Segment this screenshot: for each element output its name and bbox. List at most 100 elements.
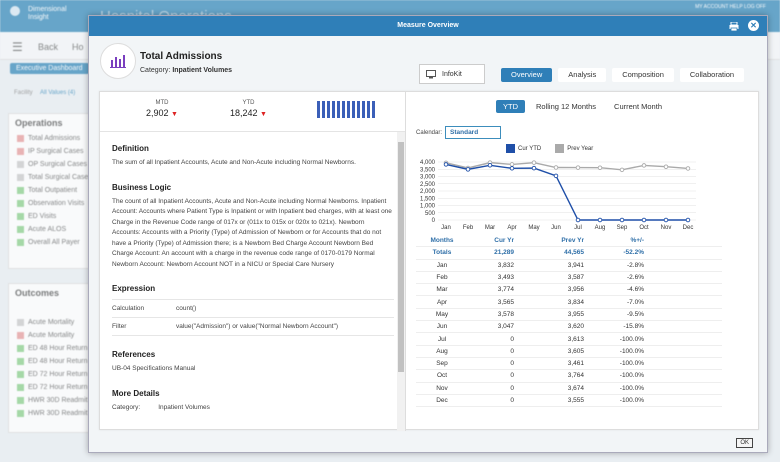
y-tick-label: 2,000 [420, 189, 436, 195]
data-point [619, 167, 625, 173]
back-link[interactable]: Back [38, 42, 58, 52]
monthly-data-table: Months Cur Yr Prev Yr %+/- Totals 21,289 44,56… [416, 235, 722, 408]
outcomes-item[interactable]: HWR 30D Readmit [9, 407, 91, 420]
item-label: ED 48 Hour Return [28, 358, 88, 365]
filter-label: Filter [112, 323, 127, 330]
range-tab-current-month[interactable]: Current Month [607, 100, 669, 113]
outcomes-item[interactable]: ED 48 Hour Return [9, 342, 91, 355]
item-label: Total Admissions [28, 135, 81, 142]
y-tick-label: 0 [432, 218, 436, 224]
tab-analysis[interactable]: Analysis [558, 68, 607, 82]
table-row: Dec 0 3,555 -100.0% [416, 395, 722, 408]
modal-title: Measure Overview [397, 22, 459, 29]
operations-item[interactable]: Total Outpatient [9, 184, 91, 197]
y-tick-label: 3,000 [420, 175, 436, 181]
item-label: Total Surgical Cases [28, 174, 91, 181]
outcomes-item[interactable]: Acute Mortality [9, 316, 91, 329]
outcomes-item[interactable]: ED 72 Hour Return [9, 368, 91, 381]
range-tab-rolling-12-months[interactable]: Rolling 12 Months [529, 100, 603, 113]
range-tab-ytd[interactable]: YTD [496, 100, 525, 113]
table-cell: Dec [436, 397, 448, 404]
table-cell: 3,587 [567, 274, 584, 282]
overview-content: MTD 2,902 ▼ YTD 18,242 ▼ Definition The … [99, 91, 760, 431]
status-square-icon [17, 174, 24, 181]
table-cell: 0 [510, 347, 514, 355]
dashboard-button[interactable]: Executive Dashboard [10, 63, 89, 74]
x-tick-label: Jul [574, 225, 582, 231]
operations-item[interactable]: ED Visits [9, 210, 91, 223]
print-icon[interactable] [728, 20, 740, 32]
x-tick-label: May [528, 225, 539, 231]
status-square-icon [17, 345, 24, 352]
tab-overview[interactable]: Overview [501, 68, 553, 82]
legend-prev-year[interactable]: Prev Year [555, 144, 593, 153]
table-cell: 21,289 [494, 249, 514, 257]
details-scrollbar[interactable] [397, 132, 405, 431]
operations-item[interactable]: Acute ALOS [9, 223, 91, 236]
calculation-label: Calculation [112, 305, 145, 312]
home-link[interactable]: Ho [72, 42, 84, 52]
status-square-icon [17, 239, 24, 246]
data-point [465, 167, 471, 172]
outcomes-item[interactable]: Acute Mortality [9, 329, 91, 342]
top-links[interactable]: MY ACCOUNT HELP LOG OFF [695, 4, 766, 10]
facility-filter[interactable]: All Values (4) [40, 90, 75, 96]
table-cell: 3,620 [567, 323, 584, 331]
measure-header: Total Admissions Category: Inpatient Vol… [89, 36, 767, 96]
status-square-icon [17, 410, 24, 417]
trend-panel: YTD Rolling 12 Months Current Month Calend… [406, 92, 760, 431]
operations-item[interactable]: IP Surgical Cases [9, 145, 91, 158]
calculation-row: Calculation count() [112, 299, 394, 318]
outcomes-item[interactable]: ED 48 Hour Return [9, 355, 91, 368]
table-cell: 0 [510, 360, 514, 368]
operations-item[interactable]: OP Surgical Cases [9, 158, 91, 171]
tab-composition[interactable]: Composition [612, 68, 674, 82]
ytd-kpi: YTD 18,242 ▼ [230, 100, 267, 118]
measure-category: Category: Inpatient Volumes [140, 67, 233, 74]
brand-logo-icon [10, 6, 20, 16]
data-point [487, 163, 493, 168]
tab-collaboration[interactable]: Collaboration [679, 68, 745, 82]
y-tick-label: 1,000 [420, 204, 436, 210]
operations-title: Operations [15, 118, 63, 128]
table-row: May 3,578 3,955 -9.5% [416, 309, 722, 322]
definition-text: The sum of all Inpatient Accounts, Acute… [112, 159, 356, 166]
table-cell: %+/- [630, 237, 644, 245]
table-row: Feb 3,493 3,587 -2.6% [416, 272, 722, 285]
scrollbar-thumb[interactable] [398, 142, 404, 372]
operations-item[interactable]: Observation Visits [9, 197, 91, 210]
operations-item[interactable]: Total Admissions [9, 132, 91, 145]
table-cell: -100.0% [619, 347, 644, 355]
table-cell: Aug [436, 347, 448, 355]
table-cell: 3,555 [567, 397, 584, 404]
data-point [553, 173, 559, 179]
infokit-button[interactable]: InfoKit [419, 64, 485, 84]
table-cell: -100.0% [619, 360, 644, 368]
table-row: Sep 0 3,461 -100.0% [416, 358, 722, 371]
calendar-select[interactable]: Standard [445, 126, 502, 139]
item-label: ED 72 Hour Return [28, 371, 88, 378]
outcomes-item[interactable]: HWR 30D Readmit [9, 394, 91, 407]
table-cell: -100.0% [619, 384, 644, 392]
ok-button[interactable]: OK [736, 438, 753, 448]
status-square-icon [17, 148, 24, 155]
status-square-icon [17, 319, 24, 326]
item-label: Overall All Payer [28, 239, 80, 246]
hamburger-menu-icon[interactable]: ☰ [12, 40, 23, 54]
data-point [553, 165, 559, 170]
facility-label: Facility [14, 90, 33, 96]
table-cell: Prev Yr [561, 237, 584, 245]
legend-cur-ytd[interactable]: Cur YTD [506, 144, 541, 153]
operations-item[interactable]: Overall All Payer [9, 236, 91, 249]
data-point [641, 163, 647, 168]
close-icon[interactable]: ✕ [748, 20, 759, 31]
status-square-icon [17, 135, 24, 142]
operations-item[interactable]: Total Surgical Cases [9, 171, 91, 184]
table-row: Jul 0 3,613 -100.0% [416, 333, 722, 346]
item-label: OP Surgical Cases [28, 161, 88, 168]
calendar-control: Calendar: Standard [416, 126, 502, 139]
details-scroll[interactable]: Definition The sum of all Inpatient Acco… [100, 132, 406, 431]
outcomes-item[interactable]: ED 72 Hour Return [9, 381, 91, 394]
data-point [575, 165, 581, 170]
data-point [597, 165, 603, 170]
